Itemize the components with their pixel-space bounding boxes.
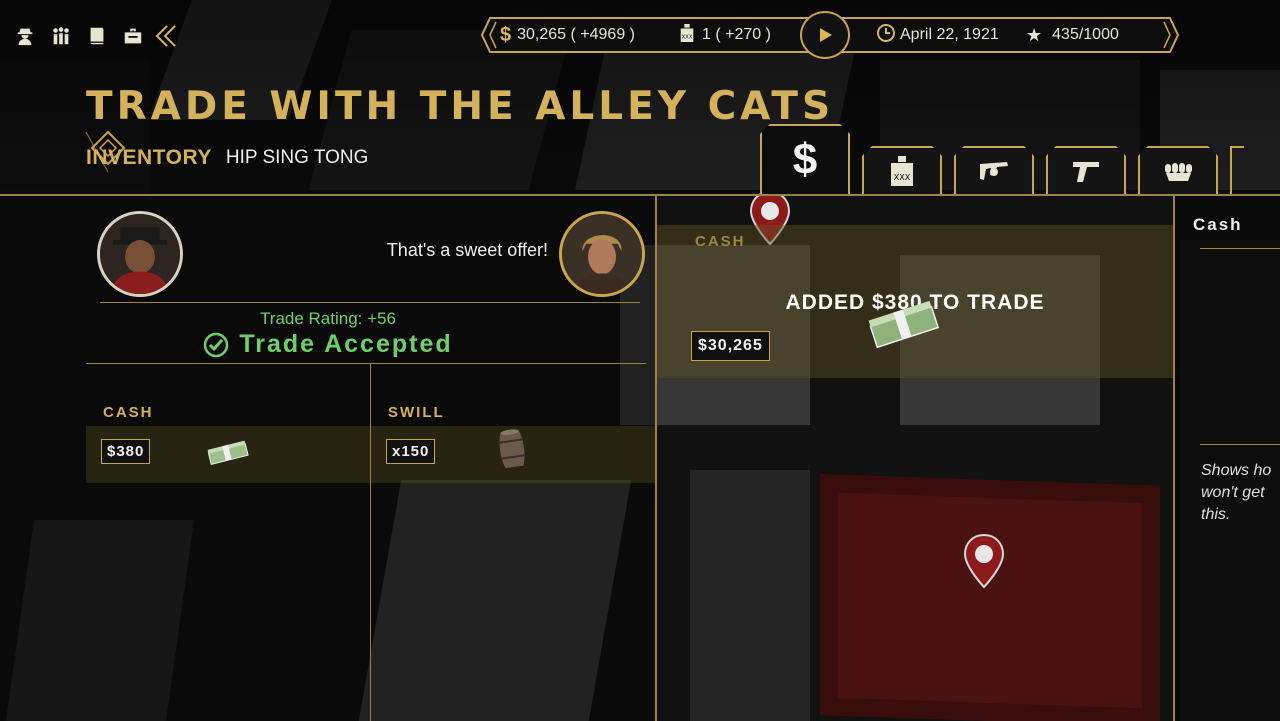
jug-icon: XXX (678, 23, 696, 48)
pistol-icon (1073, 162, 1099, 182)
cash-stack-icon (207, 440, 249, 465)
resource-bar: $ 30,265 ( +4969 ) XXX 1 ( +270 ) April … (480, 11, 1180, 59)
tab-overflow-edge (1230, 146, 1244, 194)
barrel-icon (498, 429, 526, 469)
trader-speech: That's a sweet offer! (386, 240, 548, 260)
tab-pistol[interactable] (1046, 146, 1126, 194)
tab-tommy-gun[interactable] (954, 146, 1034, 194)
jug-icon: XXX (891, 156, 913, 186)
booze-stat[interactable]: XXX 1 ( +270 ) (678, 16, 771, 54)
tommy-gun-icon (980, 162, 1008, 180)
detail-title: Cash (1193, 215, 1243, 234)
gangster-icon[interactable] (8, 19, 42, 53)
tab-booze[interactable]: XXX (862, 146, 942, 194)
main-toolbar (0, 14, 180, 58)
their-offer-label: SWILL (388, 404, 445, 421)
my-offer-cash-amount: $380 (101, 439, 151, 464)
dollar-icon: $ (792, 135, 818, 184)
page-title: TRADE WITH THE ALLEY CATS (86, 84, 835, 129)
cash-stack-icon (868, 300, 940, 349)
collapse-arrows-icon[interactable] (152, 19, 180, 53)
tab-inventory[interactable]: INVENTORY (86, 146, 212, 170)
map-pin-icon (963, 533, 1005, 589)
dollar-icon: $ (500, 23, 512, 46)
cash-stat[interactable]: $ 30,265 ( +4969 ) (500, 16, 635, 54)
play-button[interactable] (800, 11, 850, 59)
inventory-breadcrumb: INVENTORY HIP SING TONG (86, 146, 368, 170)
trade-status: Trade Accepted (0, 330, 656, 359)
reputation-stat[interactable]: ★ 435/1000 (1026, 16, 1119, 54)
category-tabs: $ XXX (760, 124, 1244, 194)
trade-rating: Trade Rating: +56 (260, 309, 396, 328)
tab-cash[interactable]: $ (760, 124, 850, 194)
player-portrait (97, 211, 183, 297)
check-circle-icon (204, 332, 229, 357)
detail-description: Shows ho won't get this. (1201, 462, 1272, 523)
crew-icon[interactable] (44, 19, 78, 53)
my-offer-label: CASH (103, 404, 154, 421)
tab-hip-sing-tong[interactable]: HIP SING TONG (226, 147, 369, 169)
star-icon: ★ (1026, 24, 1043, 45)
cash-balance: $30,265 (691, 331, 770, 361)
ledger-icon[interactable] (80, 19, 114, 53)
trader-portrait (559, 211, 645, 297)
date-stat: April 22, 1921 (876, 16, 999, 54)
svg-text:XXX: XXX (681, 34, 692, 40)
briefcase-icon[interactable] (116, 19, 150, 53)
play-icon (820, 28, 832, 42)
clock-icon (876, 23, 896, 48)
brass-knuckles-icon (1165, 163, 1192, 181)
svg-text:XXX: XXX (894, 173, 911, 182)
tab-brass-knuckles[interactable] (1138, 146, 1218, 194)
their-offer-swill-amount: x150 (386, 439, 436, 464)
